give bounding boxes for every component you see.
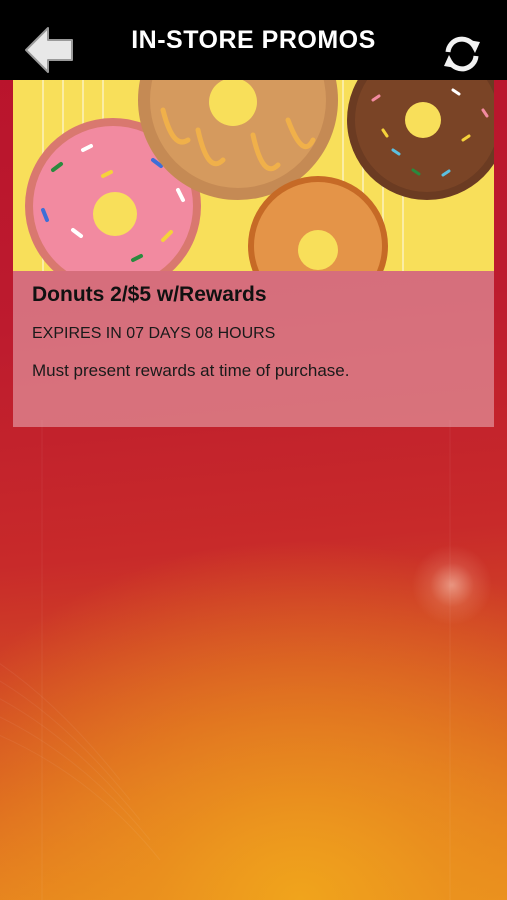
refresh-button[interactable] (440, 32, 484, 76)
promo-title: Donuts 2/$5 w/Rewards (32, 283, 267, 306)
donuts-image (13, 80, 494, 271)
back-arrow-icon (25, 27, 73, 73)
back-button[interactable] (24, 26, 76, 74)
promo-card[interactable]: Donuts 2/$5 w/Rewards EXPIRES IN 07 DAYS… (13, 80, 494, 427)
promo-description: Must present rewards at time of purchase… (32, 361, 350, 380)
refresh-icon (444, 36, 480, 72)
promo-expiry: EXPIRES IN 07 DAYS 08 HOURS (32, 325, 276, 342)
top-bar: IN-STORE PROMOS (0, 0, 507, 80)
page-title: IN-STORE PROMOS (131, 25, 376, 54)
